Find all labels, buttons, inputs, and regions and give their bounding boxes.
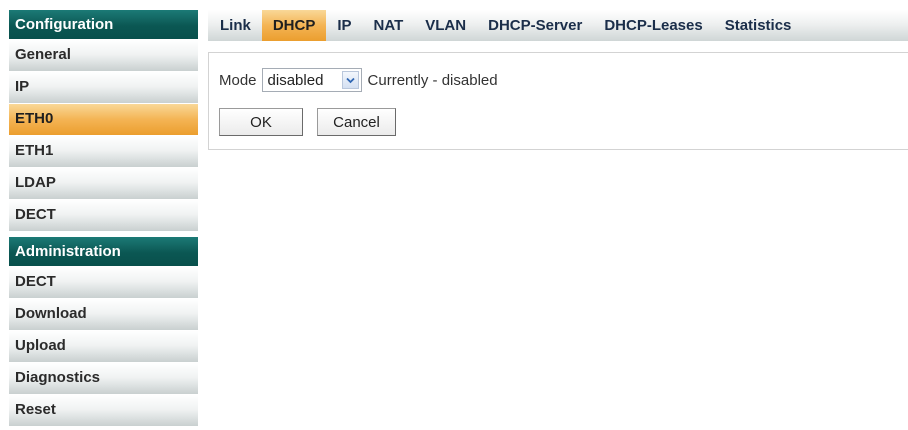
cancel-button[interactable]: Cancel <box>317 108 396 136</box>
sidebar: Configuration General IP ETH0 ETH1 LDAP … <box>9 10 198 427</box>
sidebar-item-diagnostics[interactable]: Diagnostics <box>9 363 198 395</box>
tab-dhcp-server[interactable]: DHCP-Server <box>477 10 593 41</box>
sidebar-item-ip[interactable]: IP <box>9 72 198 104</box>
sidebar-item-upload[interactable]: Upload <box>9 331 198 363</box>
section-header-administration: Administration <box>9 237 198 267</box>
sidebar-item-eth0[interactable]: ETH0 <box>9 104 198 136</box>
tab-dhcp-leases[interactable]: DHCP-Leases <box>593 10 713 41</box>
mode-status-text: Currently - disabled <box>367 71 498 89</box>
tab-bar: Link DHCP IP NAT VLAN DHCP-Server DHCP-L… <box>208 10 908 41</box>
tab-link[interactable]: Link <box>208 10 262 41</box>
mode-select[interactable]: disabled <box>261 68 362 92</box>
sidebar-item-eth1[interactable]: ETH1 <box>9 136 198 168</box>
chevron-down-icon[interactable] <box>341 71 359 89</box>
chevron-down-icon-glyph <box>345 77 355 83</box>
section-header-configuration: Configuration <box>9 10 198 40</box>
sidebar-item-general[interactable]: General <box>9 40 198 72</box>
sidebar-item-admin-dect[interactable]: DECT <box>9 267 198 299</box>
tab-statistics[interactable]: Statistics <box>714 10 803 41</box>
tab-nat[interactable]: NAT <box>363 10 415 41</box>
mode-select-value: disabled <box>267 71 324 89</box>
tab-dhcp[interactable]: DHCP <box>261 10 327 41</box>
mode-row: Mode disabled Currently - disabled <box>219 67 498 93</box>
mode-label: Mode <box>219 71 257 89</box>
tab-ip[interactable]: IP <box>326 10 362 41</box>
sidebar-item-ldap[interactable]: LDAP <box>9 168 198 200</box>
sidebar-item-dect[interactable]: DECT <box>9 200 198 232</box>
sidebar-item-reset[interactable]: Reset <box>9 395 198 427</box>
ok-button[interactable]: OK <box>219 108 303 136</box>
sidebar-item-download[interactable]: Download <box>9 299 198 331</box>
dhcp-settings-panel: Mode disabled Currently - disabled OK Ca… <box>208 52 908 150</box>
tab-vlan[interactable]: VLAN <box>414 10 477 41</box>
